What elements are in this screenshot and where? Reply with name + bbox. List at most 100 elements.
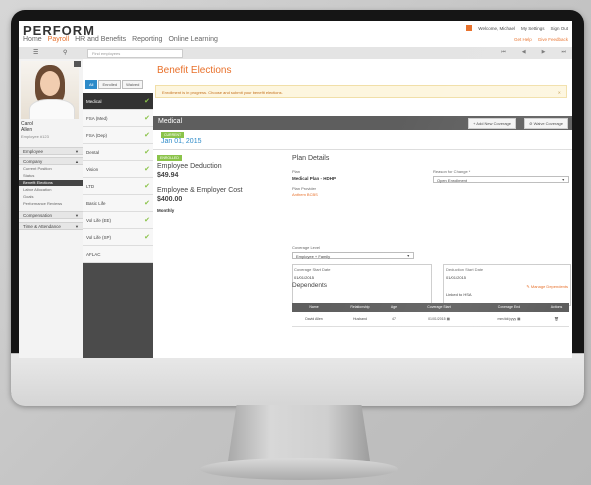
chevron-down-icon: ▼ (406, 254, 410, 258)
coverage-end-input[interactable]: mm/dd/yyyy ▦ (474, 312, 544, 326)
effective-date: Jan 01, 2015 (161, 138, 202, 145)
nav-online-learning[interactable]: Online Learning (168, 36, 217, 43)
waive-coverage-button[interactable]: ⊘ Waive Coverage (524, 118, 568, 129)
plan-item-dental[interactable]: Dental ✔ (83, 144, 153, 161)
employee-sidebar: Carol Allen Employee #123 Employee ▼ Comp… (19, 59, 84, 358)
app-header: PERFORM Home Payroll HR and Benefits Rep… (19, 21, 572, 47)
nav-reporting[interactable]: Reporting (132, 36, 162, 43)
dependent-name: David Allen (305, 317, 323, 321)
plan-item-fsa-med[interactable]: FSA (Med) ✔ (83, 110, 153, 127)
plan-item-ltd[interactable]: LTD ✔ (83, 178, 153, 195)
record-pager: ⏮ ◀ ▶ ⏭ (501, 49, 566, 55)
col-name: Name (309, 305, 319, 309)
sidebar-item-benefit-elections[interactable]: Benefit Elections (19, 180, 83, 186)
calendar-icon: ▦ (517, 317, 521, 321)
filter-enrolled[interactable]: Enrolled (98, 80, 122, 89)
manage-dependents-link[interactable]: ✎ Manage Dependents (526, 284, 568, 289)
plan-item-vol-life-ee[interactable]: Vol Life (EE) ✔ (83, 212, 153, 229)
prev-record-icon[interactable]: ◀ (522, 49, 526, 55)
person-icon[interactable]: ⚲ (63, 49, 67, 56)
plan-details-title: Plan Details (292, 155, 330, 162)
nav-home[interactable]: Home (23, 36, 42, 43)
col-actions: Actions (550, 305, 563, 309)
plan-item-medical[interactable]: Medical ✔ (83, 93, 153, 110)
calendar-icon: ▦ (446, 317, 450, 321)
section-title: Medical (158, 118, 183, 125)
user-bar: Welcome, Michael My Settings Sign Out (466, 25, 568, 31)
dependents-title: Dependents (292, 282, 328, 289)
filter-all[interactable]: All (85, 80, 98, 89)
sign-out-link[interactable]: Sign Out (550, 26, 568, 31)
employee-id: Employee #123 (21, 134, 49, 139)
my-settings-link[interactable]: My Settings (521, 26, 545, 31)
section-time-attendance[interactable]: Time & Attendance ▼ (19, 222, 83, 230)
provider-link[interactable]: Anthem BCBS (292, 192, 318, 197)
monitor-stand-neck (228, 405, 370, 461)
cost-value: $400.00 (157, 196, 183, 203)
frequency: Monthly (157, 208, 175, 213)
plan-item-vol-life-sp[interactable]: Vol Life (SP) ✔ (83, 229, 153, 246)
close-icon[interactable]: ✕ (558, 86, 561, 99)
chevron-down-icon: ▼ (561, 178, 565, 182)
coverage-level-select[interactable]: Employee + Family ▼ (292, 252, 414, 259)
first-record-icon[interactable]: ⏮ (501, 49, 506, 55)
plan-list-header: All Enrolled Waived (83, 59, 153, 93)
trash-icon[interactable]: 🗑 (544, 312, 569, 326)
nav-payroll[interactable]: Payroll (48, 36, 69, 43)
employee-photo (21, 61, 79, 119)
sidebar-item-status[interactable]: Status (19, 173, 83, 179)
dependent-age: 47 (392, 317, 396, 321)
section-employee[interactable]: Employee ▼ (19, 147, 83, 155)
monitor-stand-base (200, 458, 398, 480)
sidebar-item-goals[interactable]: Goals (19, 194, 83, 200)
divider (153, 149, 572, 150)
coverage-start-label: Coverage Start Date (294, 267, 331, 272)
filter-waived[interactable]: Waived (122, 80, 144, 89)
get-help-link[interactable]: Get Help (514, 37, 532, 42)
deduction-start-label: Deduction Start Date (446, 267, 484, 272)
col-age: Age (390, 305, 398, 309)
plan-item-fsa-dep[interactable]: FSA (Dep) ✔ (83, 127, 153, 144)
photo-edit-icon[interactable] (74, 61, 81, 67)
avatar (466, 25, 473, 31)
section-compensation[interactable]: Compensation ▼ (19, 211, 83, 219)
coverage-start-input[interactable]: 01/01/2015 ▦ (404, 312, 474, 326)
search-input[interactable]: Find employees (87, 49, 183, 58)
reason-label: Reason for Change * (433, 169, 471, 174)
plan-filters: All Enrolled Waived (85, 80, 144, 89)
section-company[interactable]: Company ▲ (19, 157, 83, 165)
plan-value: Medical Plan - HDHP (292, 176, 337, 181)
next-record-icon[interactable]: ▶ (542, 49, 546, 55)
col-coverage-end: Coverage End (497, 305, 521, 309)
welcome-text: Welcome, Michael (478, 25, 515, 31)
cost-label: Employee & Employer Cost (157, 187, 243, 194)
plan-item-aflac[interactable]: AFLAC (83, 246, 153, 263)
give-feedback-link[interactable]: Give Feedback (538, 37, 568, 42)
plan-item-vision[interactable]: Vision ✔ (83, 161, 153, 178)
sidebar-item-labor-allocation[interactable]: Labor Allocation (19, 187, 83, 193)
nav-hr-benefits[interactable]: HR and Benefits (75, 36, 126, 43)
help-links: Get Help Give Feedback (514, 37, 568, 42)
main-nav: Home Payroll HR and Benefits Reporting O… (23, 36, 218, 43)
employee-deduction-label: Employee Deduction (157, 163, 222, 170)
list-view-icon[interactable]: ☰ (33, 49, 38, 56)
section-bar: Medical + Add New Coverage ⊘ Waive Cover… (153, 116, 572, 130)
main-content: Benefit Elections Enrollment is in progr… (153, 59, 572, 358)
sidebar-item-performance-reviews[interactable]: Performance Reviews (19, 201, 83, 207)
coverage-start-value: 01/01/2015 (294, 275, 315, 280)
screen: PERFORM Home Payroll HR and Benefits Rep… (19, 21, 572, 358)
enrolled-badge: ENROLLED (157, 155, 182, 161)
page-title: Benefit Elections (157, 65, 232, 76)
deduction-start-value: 01/01/2015 (446, 275, 467, 280)
dependents-table-header: Name Relationship Age Coverage Start Cov… (292, 303, 569, 312)
enrollment-alert: Enrollment is in progress. Choose and su… (155, 85, 567, 98)
last-record-icon[interactable]: ⏭ (561, 49, 566, 55)
col-relationship: Relationship (350, 305, 370, 309)
employee-name: Carol Allen (21, 121, 33, 133)
add-coverage-button[interactable]: + Add New Coverage (468, 118, 516, 129)
plan-item-basic-life[interactable]: Basic Life ✔ (83, 195, 153, 212)
dependent-relationship: Husband (352, 317, 367, 321)
monitor-chin (11, 353, 584, 406)
sidebar-item-current-position[interactable]: Current Position (19, 166, 83, 172)
reason-select[interactable]: Open Enrollment ▼ (433, 176, 569, 183)
